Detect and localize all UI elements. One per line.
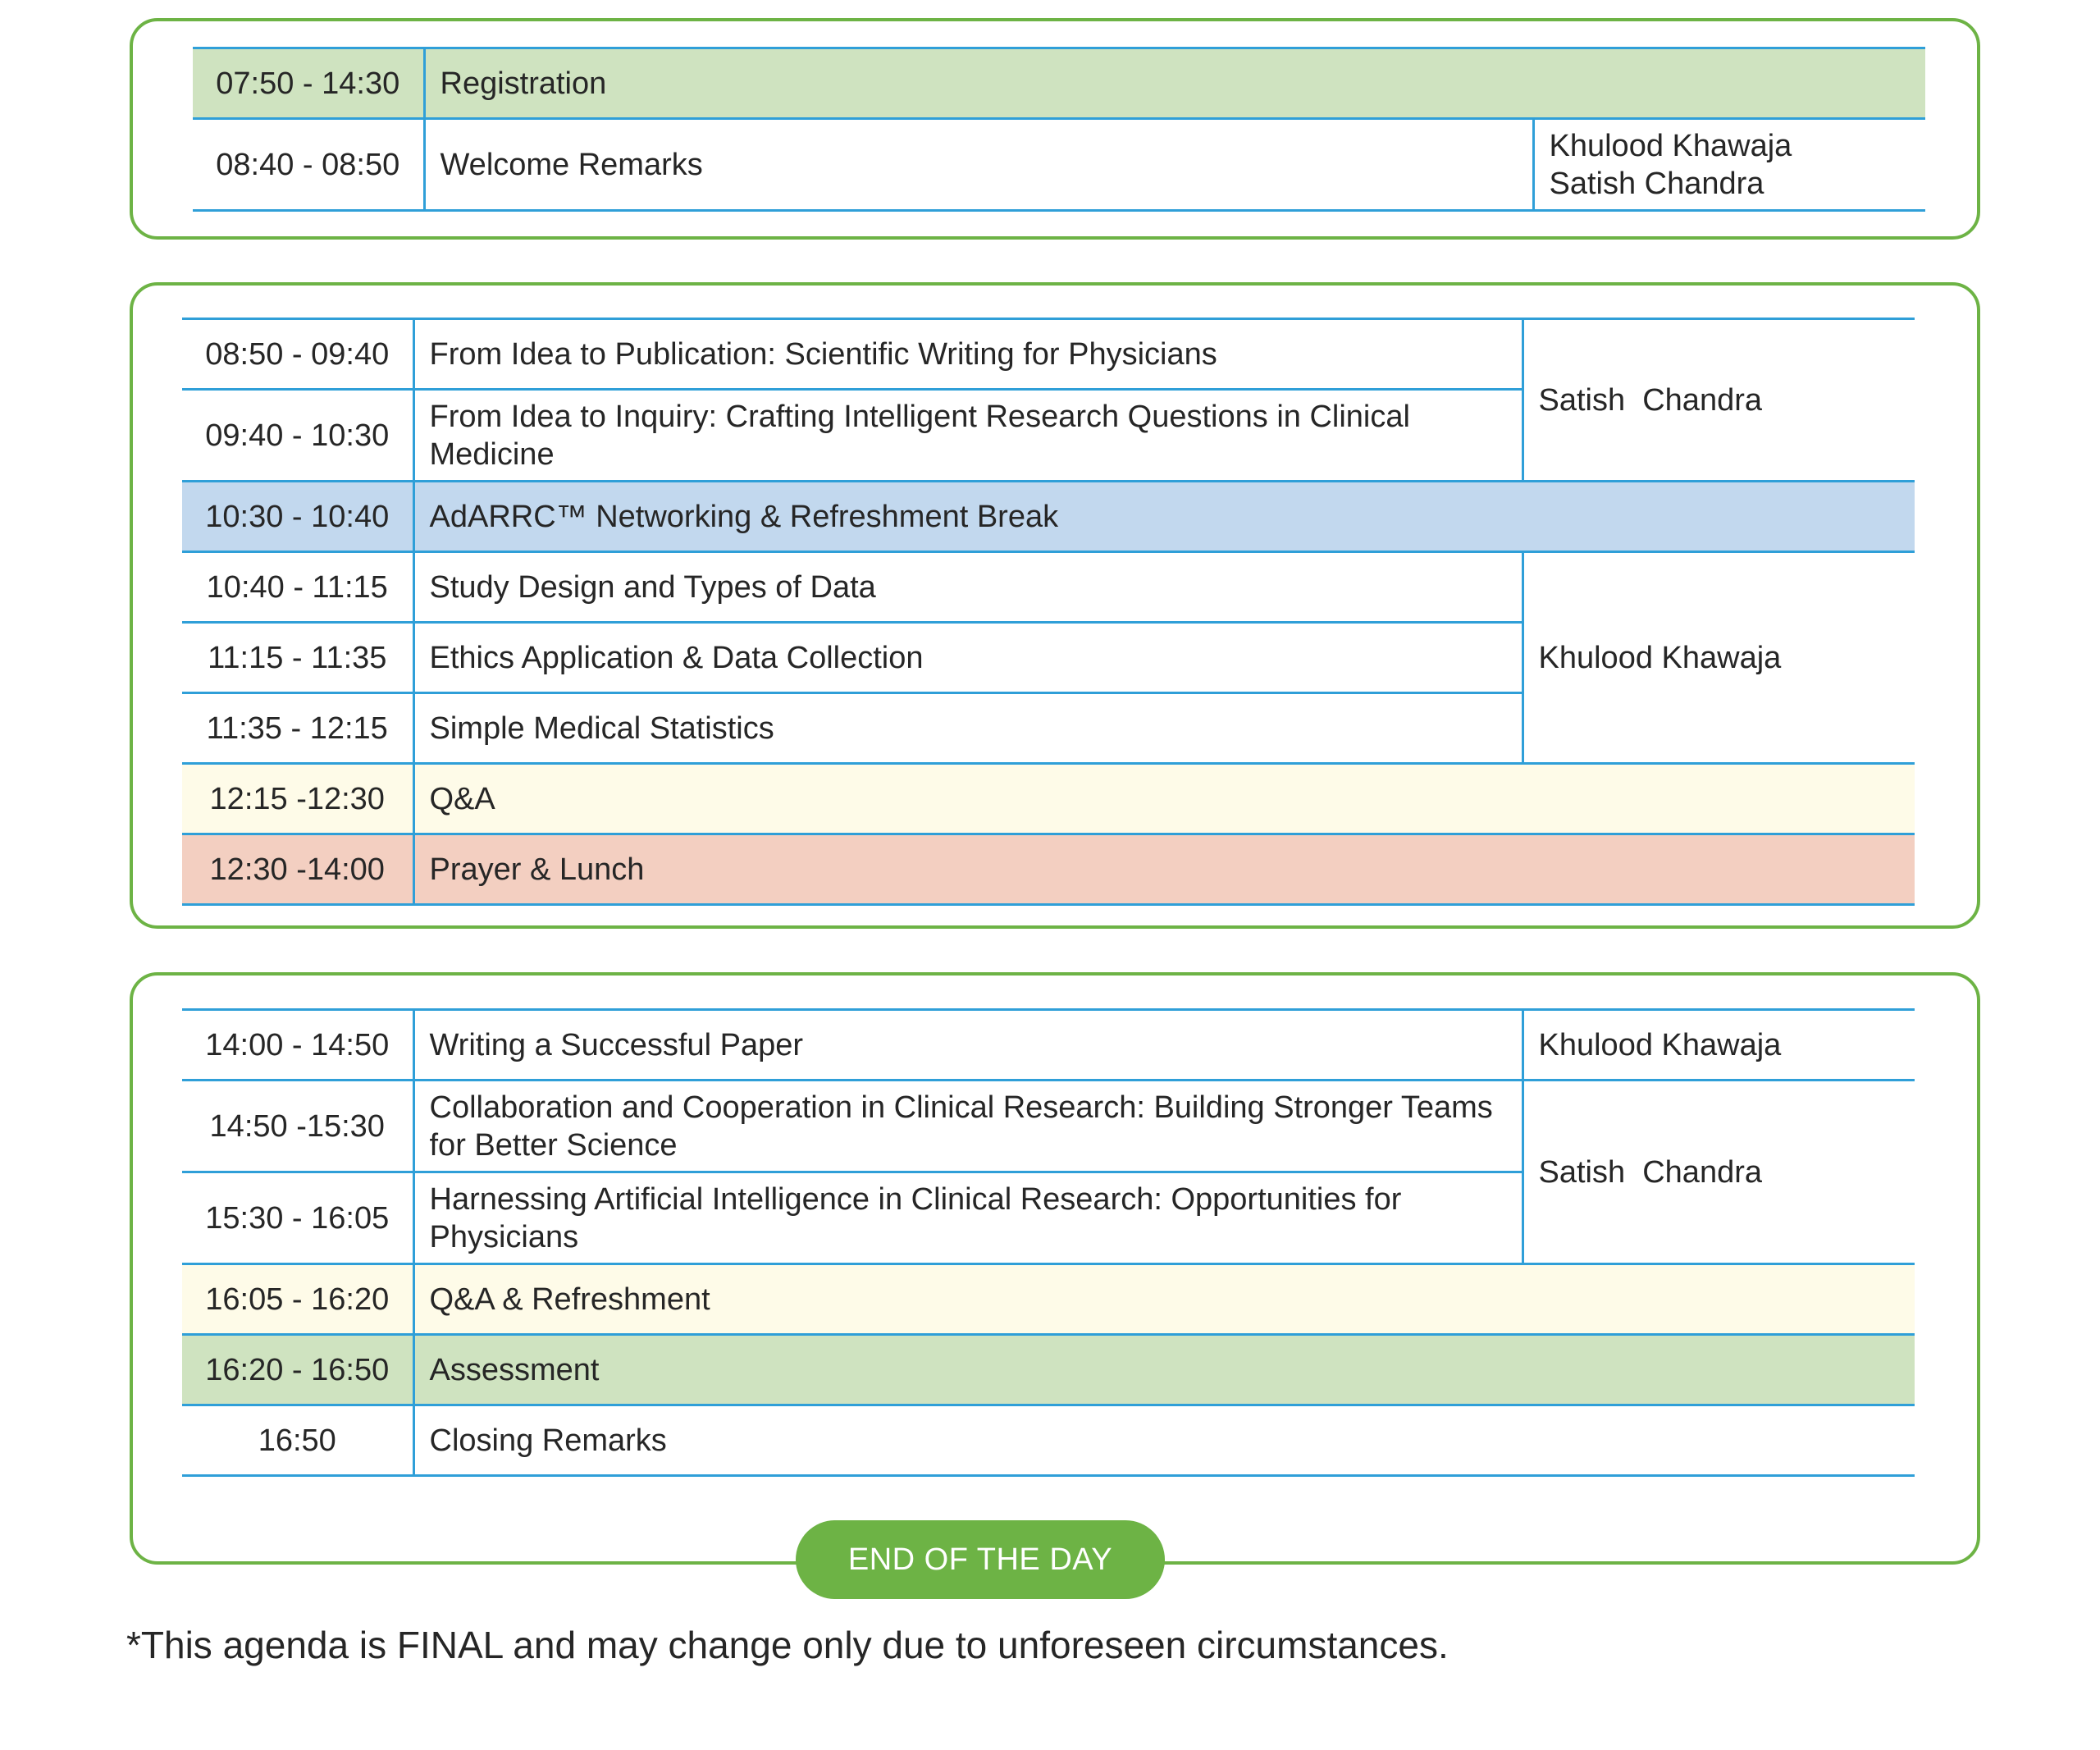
- row-time: 11:15 - 11:35: [182, 621, 415, 694]
- agenda-row-qa: 12:15 -12:30 Q&A: [182, 762, 1915, 835]
- row-title: From Idea to Inquiry: Crafting Intellige…: [413, 388, 1522, 482]
- agenda-row: 14:00 - 14:50 Writing a Successful Paper…: [182, 1008, 1915, 1081]
- agenda-row: 10:40 - 11:15 Study Design and Types of …: [182, 551, 1915, 765]
- session-2-panel: 08:50 - 09:40 From Idea to Publication: …: [130, 282, 1980, 929]
- row-time: 09:40 - 10:30: [182, 388, 415, 482]
- row-time: 12:30 -14:00: [182, 833, 415, 906]
- row-speaker: Khulood Khawaja: [1521, 551, 1915, 765]
- row-title: Q&A: [413, 762, 1915, 835]
- row-time: 16:20 - 16:50: [182, 1333, 415, 1406]
- row-time: 16:50: [182, 1404, 415, 1477]
- row-speaker: Satish Chandra: [1521, 1079, 1915, 1265]
- row-title: Collaboration and Cooperation in Clinica…: [413, 1079, 1522, 1173]
- row-time: 15:30 - 16:05: [182, 1171, 415, 1265]
- agenda-row-break: 10:30 - 10:40 AdARRC™ Networking & Refre…: [182, 480, 1915, 553]
- row-time: 14:00 - 14:50: [182, 1008, 415, 1081]
- agenda-row-assessment: 16:20 - 16:50 Assessment: [182, 1333, 1915, 1406]
- session-1-table: 07:50 - 14:30 Registration 08:40 - 08:50…: [193, 47, 1926, 212]
- row-title: From Idea to Publication: Scientific Wri…: [413, 318, 1522, 391]
- session-2-table: 08:50 - 09:40 From Idea to Publication: …: [182, 318, 1915, 906]
- row-title: Harnessing Artificial Intelligence in Cl…: [413, 1171, 1522, 1265]
- row-title: Writing a Successful Paper: [413, 1008, 1522, 1081]
- end-of-day-badge: END OF THE DAY: [796, 1520, 1165, 1599]
- agenda-row-registration: 07:50 - 14:30 Registration: [193, 47, 1926, 120]
- agenda-row-qa: 16:05 - 16:20 Q&A & Refreshment: [182, 1263, 1915, 1336]
- session-1-panel: 07:50 - 14:30 Registration 08:40 - 08:50…: [130, 18, 1980, 240]
- agenda-row-welcome: 08:40 - 08:50 Welcome Remarks Khulood Kh…: [193, 117, 1926, 212]
- row-time: 16:05 - 16:20: [182, 1263, 415, 1336]
- agenda-row: 14:50 -15:30 Collaboration and Cooperati…: [182, 1079, 1915, 1265]
- row-time: 10:40 - 11:15: [182, 551, 415, 624]
- row-time: 08:40 - 08:50: [193, 117, 426, 212]
- agenda-row-closing: 16:50 Closing Remarks: [182, 1404, 1915, 1477]
- row-title: Study Design and Types of Data: [413, 551, 1522, 624]
- row-time: 08:50 - 09:40: [182, 318, 415, 391]
- row-time: 10:30 - 10:40: [182, 480, 415, 553]
- row-title: Closing Remarks: [413, 1404, 1915, 1477]
- row-title: Prayer & Lunch: [413, 833, 1915, 906]
- agenda-footnote: *This agenda is FINAL and may change onl…: [126, 1624, 1449, 1666]
- row-time: 07:50 - 14:30: [193, 47, 426, 120]
- row-time: 12:15 -12:30: [182, 762, 415, 835]
- row-time: 14:50 -15:30: [182, 1079, 415, 1173]
- row-title: Registration: [424, 47, 1926, 120]
- row-speaker: Satish Chandra: [1521, 318, 1915, 482]
- row-speaker: Khulood Khawaja: [1521, 1008, 1915, 1081]
- row-title: Simple Medical Statistics: [413, 692, 1522, 765]
- row-title: Q&A & Refreshment: [413, 1263, 1915, 1336]
- row-title: Assessment: [413, 1333, 1915, 1406]
- row-title: Ethics Application & Data Collection: [413, 621, 1522, 694]
- row-title: AdARRC™ Networking & Refreshment Break: [413, 480, 1915, 553]
- agenda-row: 08:50 - 09:40 From Idea to Publication: …: [182, 318, 1915, 482]
- session-3-table: 14:00 - 14:50 Writing a Successful Paper…: [182, 1008, 1915, 1477]
- row-speaker: Khulood Khawaja Satish Chandra: [1532, 117, 1926, 212]
- session-3-panel: 14:00 - 14:50 Writing a Successful Paper…: [130, 972, 1980, 1565]
- agenda-row-lunch: 12:30 -14:00 Prayer & Lunch: [182, 833, 1915, 906]
- row-title: Welcome Remarks: [424, 117, 1533, 212]
- row-time: 11:35 - 12:15: [182, 692, 415, 765]
